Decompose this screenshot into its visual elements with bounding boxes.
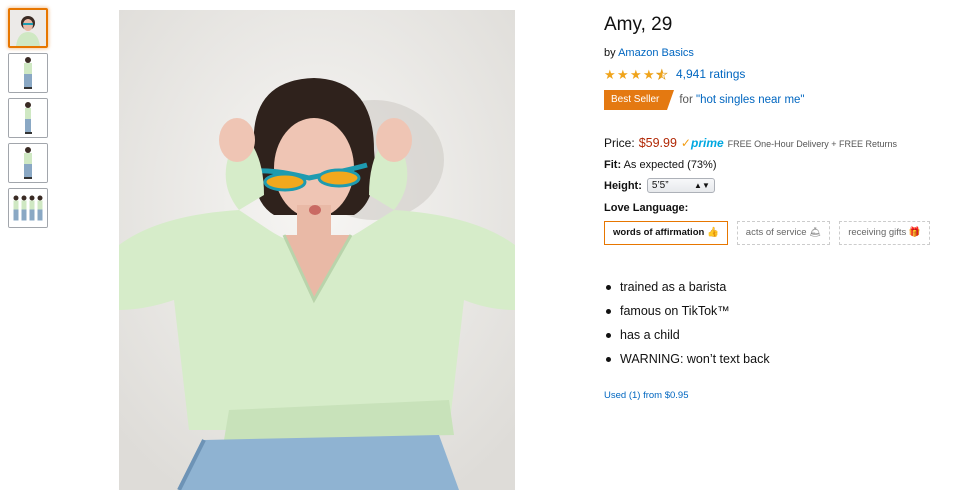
by-prefix: by — [604, 47, 616, 59]
option-acts-of-service[interactable]: acts of service 🛎 — [736, 221, 831, 245]
prime-label: prime — [690, 136, 724, 150]
list-item: trained as a barista — [604, 275, 949, 299]
thumbnail-group[interactable] — [8, 188, 48, 228]
thumbnail-standing-front-image — [9, 54, 47, 92]
height-select[interactable]: 5’5” ▲▼ — [646, 178, 715, 193]
select-arrows-icon: ▲▼ — [694, 181, 710, 190]
byline: by Amazon Basics — [604, 47, 949, 59]
best-seller-row: Best Seller for "hot singles near me" — [604, 90, 949, 110]
thumbnail-standing-front[interactable] — [8, 53, 48, 93]
rating-row: ★ ★ ★ ★ ★ 4,941 ratings — [604, 67, 949, 81]
love-language-label: Love Language: — [604, 202, 689, 214]
badge-category: for "hot singles near me" — [679, 94, 804, 106]
thumbnail-standing-side-image — [9, 99, 47, 137]
product-info-panel: Amy, 29 by Amazon Basics ★ ★ ★ ★ ★ 4,941… — [604, 14, 949, 401]
rating-count-link[interactable]: 4,941 ratings — [676, 67, 745, 81]
price-value: $59.99 — [638, 136, 677, 150]
list-item: famous on TikTok™ — [604, 299, 949, 323]
main-product-image[interactable] — [119, 10, 515, 490]
thumbnail-standing-back-image — [9, 144, 47, 182]
star-half-icon: ★ — [656, 66, 668, 82]
prime-logo: ✓prime — [681, 136, 724, 150]
star-full-icon: ★ — [630, 66, 642, 82]
thumbnail-standing-back[interactable] — [8, 143, 48, 183]
star-rating[interactable]: ★ ★ ★ ★ ★ — [604, 66, 669, 82]
feature-bullets: trained as a barista famous on TikTok™ h… — [604, 275, 949, 371]
star-full-icon: ★ — [604, 66, 616, 82]
price-label: Price: — [604, 136, 635, 150]
fit-row: Fit: As expected (73%) — [604, 159, 949, 171]
prime-check-icon: ✓ — [680, 136, 691, 150]
list-item: has a child — [604, 323, 949, 347]
option-words-of-affirmation[interactable]: words of affirmation 👍 — [604, 221, 728, 245]
star-full-icon: ★ — [643, 66, 655, 82]
brand-link[interactable]: Amazon Basics — [618, 47, 694, 59]
fit-value: As expected (73%) — [623, 159, 717, 171]
star-full-icon: ★ — [617, 66, 629, 82]
option-receiving-gifts[interactable]: receiving gifts 🎁 — [839, 221, 930, 245]
thumbnail-closeup[interactable] — [8, 8, 48, 48]
fit-label: Fit: — [604, 159, 622, 171]
thumbnail-list — [8, 8, 49, 233]
best-seller-badge[interactable]: Best Seller — [604, 90, 675, 110]
love-language-options: words of affirmation 👍 acts of service 🛎… — [604, 221, 949, 245]
price-row: Price: $59.99 ✓prime FREE One-Hour Deliv… — [604, 136, 949, 150]
height-label: Height: — [604, 179, 642, 192]
height-select-value: 5’5” — [651, 180, 669, 191]
used-offer-link[interactable]: Used (1) from $0.95 — [604, 390, 949, 401]
thumbnail-standing-side[interactable] — [8, 98, 48, 138]
delivery-info: FREE One-Hour Delivery + FREE Returns — [727, 139, 897, 149]
thumbnail-closeup-image — [10, 10, 46, 46]
thumbnail-group-image — [9, 189, 47, 227]
height-row: Height: 5’5” ▲▼ — [604, 178, 949, 193]
product-photo — [119, 10, 515, 490]
badge-for-prefix: for — [679, 94, 693, 106]
badge-category-link[interactable]: "hot singles near me" — [696, 94, 805, 106]
list-item: WARNING: won’t text back — [604, 347, 949, 371]
product-title: Amy, 29 — [604, 14, 673, 35]
